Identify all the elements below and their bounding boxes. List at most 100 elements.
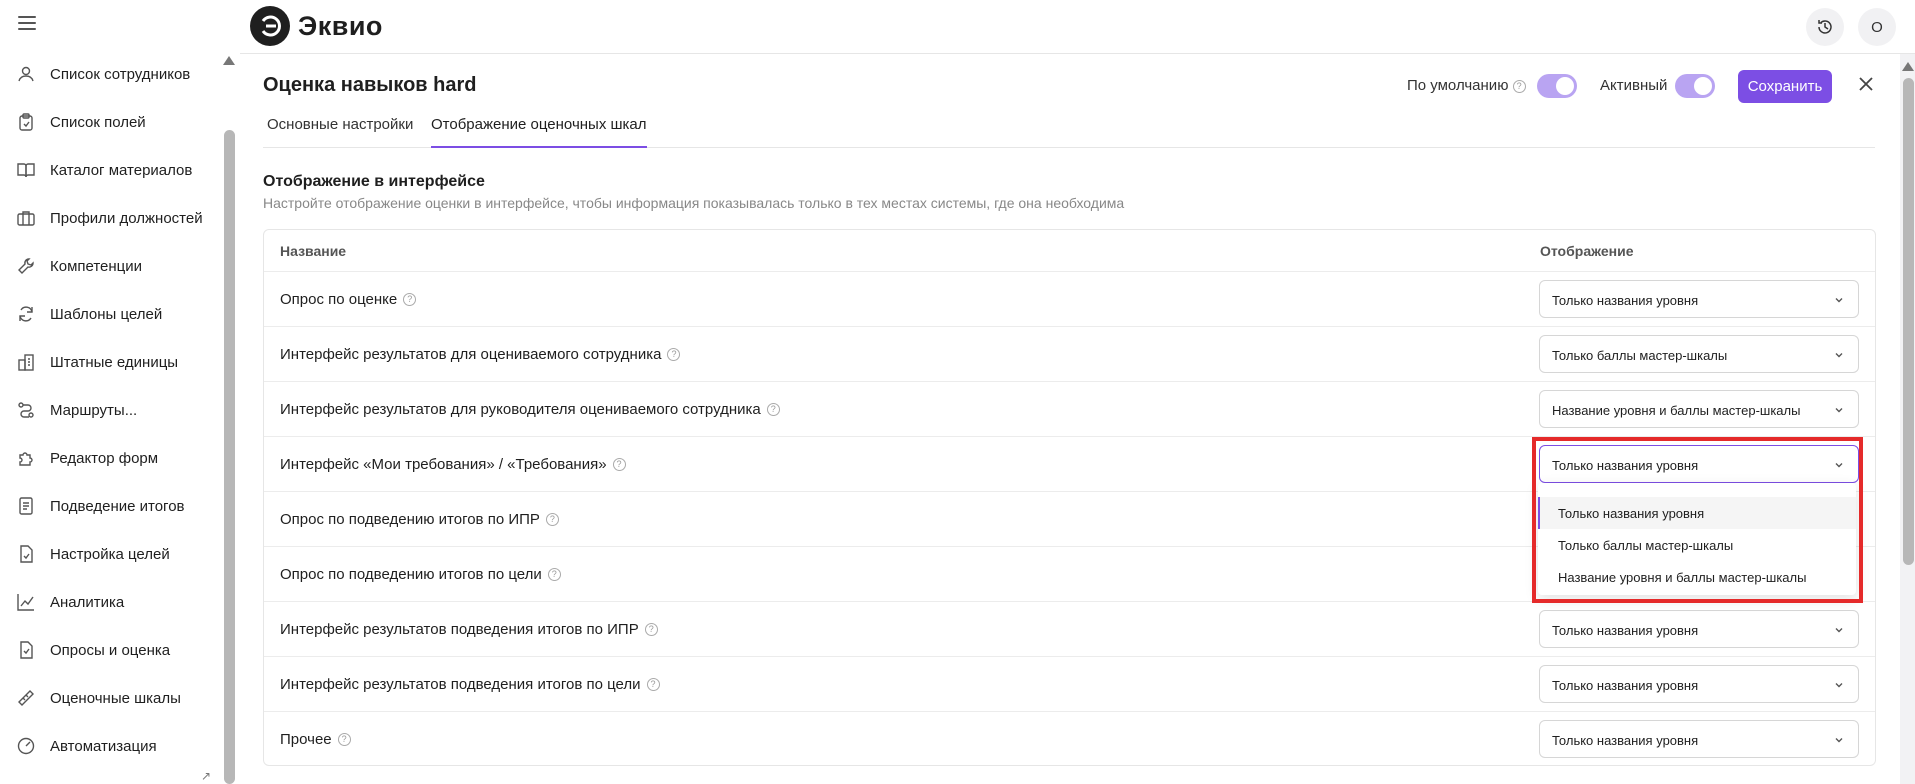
row-name-text: Интерфейс результатов для оцениваемого с… xyxy=(280,346,662,363)
avatar[interactable]: О xyxy=(1858,8,1896,46)
row-name-text: Интерфейс результатов для руководителя о… xyxy=(280,401,761,418)
help-icon[interactable]: ? xyxy=(1512,79,1526,93)
row-name: Прочее? xyxy=(280,712,351,767)
display-select[interactable]: Только названия уровня xyxy=(1539,280,1859,318)
active-toggle[interactable] xyxy=(1675,74,1715,98)
row-name: Интерфейс результатов для руководителя о… xyxy=(280,382,780,437)
sidebar-scroll-up-arrow[interactable] xyxy=(223,56,235,65)
brand-name: Эквио xyxy=(298,10,383,41)
book-icon xyxy=(17,163,35,178)
select-value: Только названия уровня xyxy=(1552,732,1699,748)
sidebar-item-fields[interactable]: Список полей xyxy=(16,108,146,136)
sidebar-item-label: Аналитика xyxy=(50,593,125,611)
help-icon[interactable]: ? xyxy=(644,623,658,636)
sidebar-item-analytics[interactable]: Аналитика xyxy=(16,588,124,616)
table-row: Интерфейс результатов для оцениваемого с… xyxy=(264,326,1875,381)
row-name: Интерфейс результатов подведения итогов … xyxy=(280,657,660,712)
route-icon xyxy=(18,402,34,418)
puzzle-icon xyxy=(19,452,33,466)
display-select[interactable]: Только названия уровня xyxy=(1539,445,1859,483)
sidebar-item-label: Редактор форм xyxy=(50,449,159,467)
display-dropdown-menu: Только названия уровня Только баллы маст… xyxy=(1538,483,1856,595)
logo[interactable]: Эквио xyxy=(250,6,383,46)
sidebar-scrollbar[interactable] xyxy=(224,130,235,784)
sidebar-item-label: Шаблоны целей xyxy=(50,305,163,323)
avatar-initial: О xyxy=(1871,18,1883,36)
logo-icon xyxy=(250,6,290,46)
select-value: Только названия уровня xyxy=(1552,622,1699,638)
chevron-down-icon xyxy=(1835,463,1843,468)
default-label-text: По умолчанию xyxy=(1407,77,1509,94)
dropdown-option[interactable]: Название уровня и баллы мастер-шкалы xyxy=(1538,561,1856,593)
save-button[interactable]: Сохранить xyxy=(1738,70,1832,103)
sidebar-item-label: Автоматизация xyxy=(50,737,157,755)
display-select[interactable]: Название уровня и баллы мастер-шкалы xyxy=(1539,390,1859,428)
column-header-name: Название xyxy=(280,242,347,259)
sidebar-item-label: Компетенции xyxy=(50,257,143,275)
document-icon xyxy=(19,497,33,515)
select-value: Название уровня и баллы мастер-шкалы xyxy=(1552,402,1801,418)
chart-line-icon xyxy=(17,594,34,611)
table-row: Интерфейс результатов подведения итогов … xyxy=(264,656,1875,711)
sidebar-item-label: Опросы и оценка xyxy=(50,641,171,659)
sidebar-item-staff-units[interactable]: Штатные единицы xyxy=(16,348,178,376)
briefcase-icon xyxy=(17,211,35,226)
row-name-text: Опрос по оценке xyxy=(280,291,398,308)
history-button[interactable] xyxy=(1806,8,1844,46)
help-icon[interactable]: ? xyxy=(766,403,780,416)
sidebar-item-catalog[interactable]: Каталог материалов xyxy=(16,156,192,184)
sidebar-item-competencies[interactable]: Компетенции xyxy=(16,252,142,280)
sidebar-item-profiles[interactable]: Профили должностей xyxy=(16,204,203,232)
sidebar-item-routes[interactable]: Маршруты... xyxy=(16,396,137,424)
display-select[interactable]: Только названия уровня xyxy=(1539,610,1859,648)
row-name-text: Интерфейс результатов подведения итогов … xyxy=(280,621,639,638)
help-icon[interactable]: ? xyxy=(646,678,660,691)
table-row: Опрос по оценке? Только названия уровня xyxy=(264,271,1875,326)
row-name: Интерфейс результатов подведения итогов … xyxy=(280,602,658,657)
help-icon[interactable]: ? xyxy=(667,348,681,361)
sidebar-item-scales[interactable]: Оценочные шкалы xyxy=(16,684,181,712)
sidebar-item-form-editor[interactable]: Редактор форм xyxy=(16,444,158,472)
refresh-icon xyxy=(19,306,33,322)
sidebar-item-goal-templates[interactable]: Шаблоны целей xyxy=(16,300,162,328)
help-icon[interactable]: ? xyxy=(612,458,626,471)
display-select[interactable]: Только баллы мастер-шкалы xyxy=(1539,335,1859,373)
file-check-icon xyxy=(20,545,33,563)
display-select[interactable]: Только названия уровня xyxy=(1539,720,1859,758)
row-name: Опрос по оценке? xyxy=(280,272,417,327)
tabs: Основные настройки Отображение оценочных… xyxy=(263,110,1875,148)
help-icon[interactable]: ? xyxy=(403,293,417,306)
sidebar-item-summary[interactable]: Подведение итогов xyxy=(16,492,185,520)
row-name-text: Опрос по подведению итогов по цели xyxy=(280,566,542,583)
active-label: Активный xyxy=(1600,77,1668,94)
default-label: По умолчанию ? xyxy=(1407,77,1526,94)
dropdown-option[interactable]: Только названия уровня xyxy=(1538,497,1856,529)
tab-main-settings[interactable]: Основные настройки xyxy=(267,116,413,148)
main-scrollbar[interactable] xyxy=(1903,78,1914,565)
sidebar-item-surveys[interactable]: Опросы и оценка xyxy=(16,636,170,664)
column-header-display: Отображение xyxy=(1540,242,1634,259)
row-name-text: Опрос по подведению итогов по ИПР xyxy=(280,511,540,528)
sidebar-item-automation[interactable]: Автоматизация xyxy=(16,732,157,760)
display-select[interactable]: Только названия уровня xyxy=(1539,665,1859,703)
expand-arrow-icon[interactable]: ↗ xyxy=(201,769,211,783)
row-name: Интерфейс результатов для оцениваемого с… xyxy=(280,327,681,382)
sidebar-item-label: Подведение итогов xyxy=(50,497,185,515)
section-title: Отображение в интерфейсе xyxy=(263,173,485,190)
default-toggle[interactable] xyxy=(1537,74,1577,98)
tab-scale-display[interactable]: Отображение оценочных шкал xyxy=(431,116,647,148)
sidebar-item-goal-settings[interactable]: Настройка целей xyxy=(16,540,170,568)
chevron-down-icon xyxy=(1835,298,1843,303)
sidebar-item-label: Каталог материалов xyxy=(50,161,193,179)
menu-icon[interactable] xyxy=(18,16,36,30)
row-name-text: Прочее xyxy=(280,731,332,748)
main-scroll-up-arrow[interactable] xyxy=(1902,62,1914,71)
help-icon[interactable]: ? xyxy=(545,513,559,526)
sidebar-item-employees[interactable]: Список сотрудников xyxy=(16,60,190,88)
sidebar-item-label: Список полей xyxy=(50,113,146,131)
close-icon[interactable] xyxy=(1857,75,1875,93)
dropdown-option[interactable]: Только баллы мастер-шкалы xyxy=(1538,529,1856,561)
section-description: Настройте отображение оценки в интерфейс… xyxy=(263,195,1125,211)
help-icon[interactable]: ? xyxy=(547,568,561,581)
help-icon[interactable]: ? xyxy=(337,733,351,746)
